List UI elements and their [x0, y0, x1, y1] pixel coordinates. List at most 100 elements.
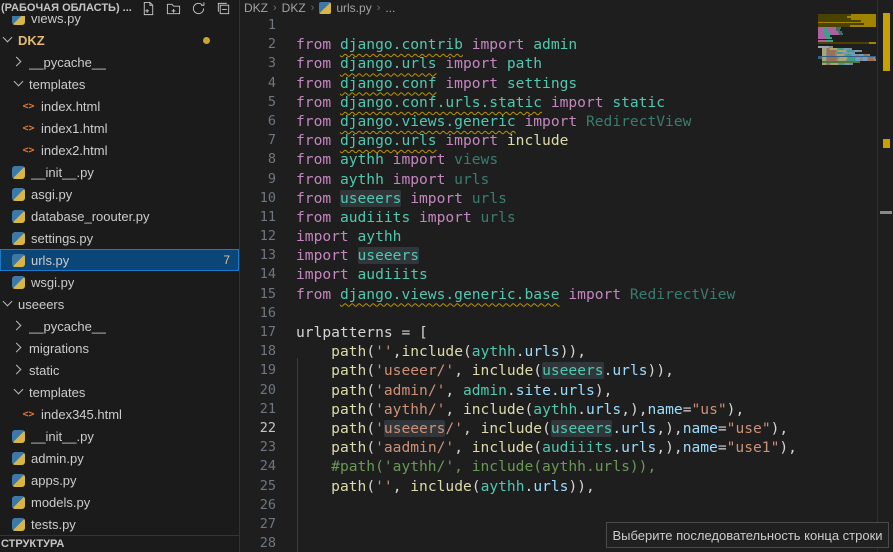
code-line-1[interactable]: 1	[241, 16, 893, 35]
problems-badge: 7	[223, 253, 230, 267]
python-file-icon	[11, 451, 26, 466]
tree-item-useeers[interactable]: useeers	[0, 293, 239, 315]
breadcrumb: DKZ›DKZ›urls.py›...	[241, 0, 893, 16]
tree-item-settings-py[interactable]: settings.py	[0, 227, 239, 249]
code-line-25[interactable]: 25 path('', include(aythh.urls)),	[241, 477, 893, 496]
line-number: 22	[241, 419, 276, 438]
collapse-all-icon[interactable]	[215, 0, 231, 16]
new-folder-icon[interactable]	[165, 0, 181, 16]
code-line-16[interactable]: 16	[241, 304, 893, 323]
outline-section-header[interactable]: СТРУКТУРА	[0, 535, 239, 552]
tree-item-index2-html[interactable]: <>index2.html	[0, 139, 239, 161]
line-number: 11	[241, 208, 276, 227]
tree-item-static[interactable]: static	[0, 359, 239, 381]
line-number: 26	[241, 496, 276, 515]
code-line-8[interactable]: 8 from aythh import views	[241, 150, 893, 169]
code-line-11[interactable]: 11from audiiits import urls	[241, 208, 893, 227]
tree-item-admin-py[interactable]: admin.py	[0, 447, 239, 469]
code-line-17[interactable]: 17urlpatterns = [	[241, 323, 893, 342]
tree-item-models-py[interactable]: models.py	[0, 491, 239, 513]
breadcrumb-item[interactable]: DKZ	[282, 1, 306, 15]
tree-item-migrations[interactable]: migrations	[0, 337, 239, 359]
chevron-down-icon[interactable]	[2, 35, 12, 45]
code-line-12[interactable]: 12import aythh	[241, 227, 893, 246]
tree-item-index-html[interactable]: <>index.html	[0, 95, 239, 117]
chevron-down-icon[interactable]	[13, 79, 23, 89]
chevron-right-icon[interactable]	[13, 365, 23, 375]
tree-item--init-py[interactable]: __init__.py	[0, 425, 239, 447]
tree-item-templates[interactable]: templates	[0, 73, 239, 95]
code-line-24[interactable]: 24 #path('aythh/', include(aythh.urls)),	[241, 457, 893, 476]
tree-item-index345-html[interactable]: <>index345.html	[0, 403, 239, 425]
code-line-14[interactable]: 14 import audiiits	[241, 265, 893, 284]
tree-item-label: __init__.py	[31, 165, 94, 180]
refresh-icon[interactable]	[190, 0, 206, 16]
code-line-23[interactable]: 23 path('aadmin/', include(audiiits.urls…	[241, 438, 893, 457]
tree-item-dkz[interactable]: DKZ	[0, 29, 239, 51]
tree-item-urls-py[interactable]: urls.py 7	[0, 249, 239, 271]
tree-item-label: index1.html	[41, 121, 107, 136]
overview-ruler-scrollbar[interactable]	[877, 0, 893, 552]
code-area[interactable]: 12from django.contrib import admin3from …	[241, 16, 893, 552]
tree-item-label: index.html	[41, 99, 100, 114]
line-text: path('useeer/', include(useeers.urls)),	[296, 361, 674, 380]
python-file-icon	[11, 429, 26, 444]
code-line-20[interactable]: 20 path('admin/', admin.site.urls),	[241, 381, 893, 400]
breadcrumb-item[interactable]: ...	[385, 1, 395, 15]
code-line-9[interactable]: 9from aythh import urls	[241, 170, 893, 189]
tree-item-tests-py[interactable]: tests.py	[0, 513, 239, 535]
code-line-26[interactable]: 26	[241, 496, 893, 515]
code-line-19[interactable]: 19 path('useeer/', include(useeers.urls)…	[241, 361, 893, 380]
code-line-15[interactable]: 15from django.views.generic.base import …	[241, 285, 893, 304]
line-text: from aythh import views	[296, 150, 498, 169]
explorer-section-header[interactable]: (РАБОЧАЯ ОБЛАСТЬ) ...	[0, 0, 239, 16]
python-file-icon	[11, 275, 26, 290]
tree-item-templates[interactable]: templates	[0, 381, 239, 403]
tree-item-label: apps.py	[31, 473, 77, 488]
tree-item--init-py[interactable]: __init__.py	[0, 161, 239, 183]
code-line-22[interactable]: 22 path('useeers/', include(useeers.urls…	[241, 419, 893, 438]
line-text: path('aythh/', include(aythh.urls,),name…	[296, 400, 744, 419]
tree-item-index1-html[interactable]: <>index1.html	[0, 117, 239, 139]
modified-dot	[203, 37, 210, 44]
line-text: import audiiits	[296, 265, 428, 284]
chevron-right-icon[interactable]	[13, 343, 23, 353]
workspace-title: (РАБОЧАЯ ОБЛАСТЬ) ...	[1, 2, 132, 14]
line-text: from django.conf import settings	[296, 74, 577, 93]
chevron-right-icon[interactable]	[13, 321, 23, 331]
new-file-icon[interactable]	[140, 0, 156, 16]
code-line-4[interactable]: 4from django.conf import settings	[241, 74, 893, 93]
python-file-icon	[319, 2, 331, 14]
breadcrumb-item[interactable]: DKZ	[244, 1, 268, 15]
tree-item--pycache-[interactable]: __pycache__	[0, 51, 239, 73]
line-number: 25	[241, 477, 276, 496]
code-line-21[interactable]: 21 path('aythh/', include(aythh.urls,),n…	[241, 400, 893, 419]
code-line-5[interactable]: 5from django.conf.urls.static import sta…	[241, 93, 893, 112]
chevron-down-icon[interactable]	[2, 299, 12, 309]
chevron-right-icon[interactable]	[13, 57, 23, 67]
tree-item--pycache-[interactable]: __pycache__	[0, 315, 239, 337]
line-text: path('aadmin/', include(audiiits.urls,),…	[296, 438, 797, 457]
code-line-13[interactable]: 13import useeers	[241, 246, 893, 265]
code-line-3[interactable]: 3from django.urls import path	[241, 54, 893, 73]
tree-item-database-roouter-py[interactable]: database_roouter.py	[0, 205, 239, 227]
code-line-18[interactable]: 18 path('',include(aythh.urls)),	[241, 342, 893, 361]
breadcrumb-item[interactable]: urls.py	[336, 1, 371, 15]
code-line-7[interactable]: 7from django.urls import include	[241, 131, 893, 150]
code-line-6[interactable]: 6from django.views.generic import Redire…	[241, 112, 893, 131]
chevron-down-icon[interactable]	[13, 387, 23, 397]
minimap[interactable]	[818, 0, 876, 260]
tree-item-label: index2.html	[41, 143, 107, 158]
tree-item-label: urls.py	[31, 253, 69, 268]
line-number: 1	[241, 16, 276, 35]
tree-item-wsgi-py[interactable]: wsgi.py	[0, 271, 239, 293]
code-line-10[interactable]: 10from useeers import urls	[241, 189, 893, 208]
code-line-2[interactable]: 2from django.contrib import admin	[241, 35, 893, 54]
tree-item-asgi-py[interactable]: asgi.py	[0, 183, 239, 205]
line-number: 14	[241, 265, 276, 284]
line-number: 28	[241, 534, 276, 552]
line-number: 8	[241, 150, 276, 169]
line-number: 24	[241, 457, 276, 476]
tree-item-apps-py[interactable]: apps.py	[0, 469, 239, 491]
python-file-icon	[11, 187, 26, 202]
